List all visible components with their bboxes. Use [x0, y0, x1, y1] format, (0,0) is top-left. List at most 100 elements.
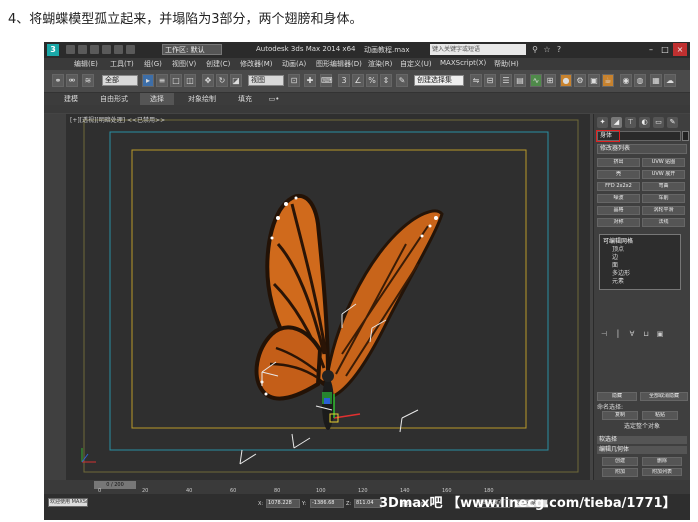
minimize-button[interactable]: –: [644, 43, 658, 56]
menu-create[interactable]: 创建(C): [206, 59, 230, 69]
new-file-icon[interactable]: [66, 45, 75, 54]
modifier-button[interactable]: 晶格: [597, 206, 640, 215]
pivot-center-icon[interactable]: ⊡: [288, 74, 300, 87]
show-end-result-icon[interactable]: ⎮: [614, 330, 622, 338]
menu-customize[interactable]: 自定义(U): [400, 59, 432, 69]
create-tab-icon[interactable]: ✦: [597, 117, 608, 128]
ribbon-tab-freeform[interactable]: 自由形式: [94, 93, 134, 105]
scale-icon[interactable]: ◪: [230, 74, 242, 87]
app-logo-icon[interactable]: 3: [47, 44, 59, 56]
edit-geometry-rollout[interactable]: 编辑几何体: [597, 446, 687, 454]
undo-icon[interactable]: [102, 45, 111, 54]
modifier-button[interactable]: 壳: [597, 170, 640, 179]
maximize-button[interactable]: □: [658, 43, 672, 56]
render-iterative-icon[interactable]: ◉: [620, 74, 632, 87]
redo-icon[interactable]: [114, 45, 123, 54]
material-editor-icon[interactable]: ●: [560, 74, 572, 87]
z-coordinate-field[interactable]: 811.04: [354, 499, 382, 508]
help-search-input[interactable]: 键入关键字或短语: [430, 44, 526, 55]
window-crossing-icon[interactable]: ◫: [184, 74, 196, 87]
pin-stack-icon[interactable]: ⊣: [600, 330, 608, 338]
schematic-view-icon[interactable]: ⊞: [544, 74, 556, 87]
help-icon[interactable]: ?: [554, 45, 564, 55]
link-icon[interactable]: ⚭: [52, 74, 64, 87]
attach-list-button[interactable]: 附加列表: [642, 468, 682, 476]
select-whole-object-checkbox[interactable]: 选定整个对象: [624, 421, 684, 430]
ribbon-toggle-icon[interactable]: ▤: [514, 74, 526, 87]
modifier-button[interactable]: 噪波: [597, 194, 640, 203]
attach-button[interactable]: 附加: [602, 468, 638, 477]
viewport-label-text[interactable]: [+][透视][明暗处理]: [70, 117, 125, 124]
save-file-icon[interactable]: [90, 45, 99, 54]
mirror-icon[interactable]: ⇋: [470, 74, 482, 87]
make-unique-icon[interactable]: ∀: [628, 330, 636, 338]
edit-named-sel-icon[interactable]: ✎: [396, 74, 408, 87]
percent-snap-icon[interactable]: %: [366, 74, 378, 87]
keyboard-shortcut-icon[interactable]: ⌨: [320, 74, 333, 87]
activeshade-icon[interactable]: ◍: [634, 74, 646, 87]
remove-modifier-icon[interactable]: ⊔: [642, 330, 650, 338]
spinner-snap-icon[interactable]: ⇕: [380, 74, 392, 87]
object-color-swatch[interactable]: [682, 131, 689, 141]
soft-selection-rollout[interactable]: 软选择: [597, 436, 687, 444]
modifier-button[interactable]: 挤出: [597, 158, 640, 167]
hold-icon[interactable]: [126, 45, 135, 54]
unhide-all-button[interactable]: 全部取消隐藏: [640, 392, 688, 401]
menu-help[interactable]: 帮助(H): [494, 59, 519, 69]
menu-views[interactable]: 视图(V): [172, 59, 196, 69]
reference-coord-select[interactable]: 视图: [248, 75, 284, 86]
render-production-icon[interactable]: ☕: [602, 74, 614, 87]
curve-editor-icon[interactable]: ∿: [530, 74, 542, 87]
menu-graph-editors[interactable]: 图形编辑器(D): [316, 59, 362, 69]
menu-tools[interactable]: 工具(T): [110, 59, 134, 69]
workspace-select[interactable]: 工作区: 默认: [162, 44, 222, 55]
modifier-button[interactable]: 车削: [642, 194, 685, 203]
modifier-list-select[interactable]: 修改器列表: [597, 144, 687, 154]
hierarchy-tab-icon[interactable]: ⊤: [625, 117, 636, 128]
bind-space-warp-icon[interactable]: ≋: [82, 74, 94, 87]
unlink-icon[interactable]: ⚮: [66, 74, 78, 87]
viewport-label[interactable]: [+][透视][明暗处理] <<已禁用>>: [70, 115, 165, 124]
stack-sub-object[interactable]: 元素: [612, 276, 624, 285]
render-setup-icon[interactable]: ⚙: [574, 74, 586, 87]
layer-explorer-icon[interactable]: ☰: [500, 74, 512, 87]
ribbon-options-icon[interactable]: ▭•: [266, 93, 282, 105]
display-tab-icon[interactable]: ▭: [653, 117, 664, 128]
menu-edit[interactable]: 编辑(E): [74, 59, 98, 69]
modifier-button[interactable]: 对称: [597, 218, 640, 227]
hide-button[interactable]: 隐藏: [597, 392, 637, 401]
utilities-tab-icon[interactable]: ✎: [667, 117, 678, 128]
x-coordinate-field[interactable]: 1078.228: [266, 499, 300, 508]
menu-modifiers[interactable]: 修改器(M): [240, 59, 273, 69]
modifier-button[interactable]: FFD 2x2x2: [597, 182, 640, 191]
angle-snap-icon[interactable]: ∠: [352, 74, 364, 87]
star-icon[interactable]: ☆: [542, 45, 552, 55]
maxscript-listener[interactable]: 欢迎使用 MAXSc: [48, 498, 88, 507]
create-button[interactable]: 创建: [602, 457, 638, 466]
menu-group[interactable]: 组(G): [144, 59, 162, 69]
modifier-button[interactable]: UVW 展开: [642, 170, 685, 179]
selection-filter-select[interactable]: 全部: [102, 75, 138, 86]
rect-selection-icon[interactable]: □: [170, 74, 182, 87]
select-object-icon[interactable]: ▸: [142, 74, 154, 87]
modifier-button[interactable]: 弯曲: [642, 182, 685, 191]
binoculars-icon[interactable]: ⚲: [530, 45, 540, 55]
menu-maxscript[interactable]: MAXScript(X): [440, 59, 486, 67]
select-by-name-icon[interactable]: ≡: [156, 74, 168, 87]
menu-rendering[interactable]: 渲染(R): [368, 59, 392, 69]
rendered-frame-icon[interactable]: ▣: [588, 74, 600, 87]
menu-animation[interactable]: 动画(A): [282, 59, 306, 69]
select-manipulate-icon[interactable]: ✚: [304, 74, 316, 87]
move-icon[interactable]: ✥: [202, 74, 214, 87]
modifier-button[interactable]: 法线: [642, 218, 685, 227]
modifier-stack[interactable]: 可编辑网格 顶点 边 面 多边形 元素: [599, 234, 681, 290]
named-selection-select[interactable]: 创建选择集: [414, 75, 464, 86]
motion-tab-icon[interactable]: ◐: [639, 117, 650, 128]
ribbon-tab-modeling[interactable]: 建模: [54, 93, 88, 105]
perspective-viewport[interactable]: [+][透视][明暗处理] <<已禁用>>: [66, 114, 590, 480]
paste-button[interactable]: 粘贴: [642, 411, 678, 420]
delete-button[interactable]: 删除: [642, 457, 682, 466]
ribbon-tab-object-paint[interactable]: 对象绘制: [180, 93, 224, 105]
open-file-icon[interactable]: [78, 45, 87, 54]
configure-sets-icon[interactable]: ▣: [656, 330, 664, 338]
